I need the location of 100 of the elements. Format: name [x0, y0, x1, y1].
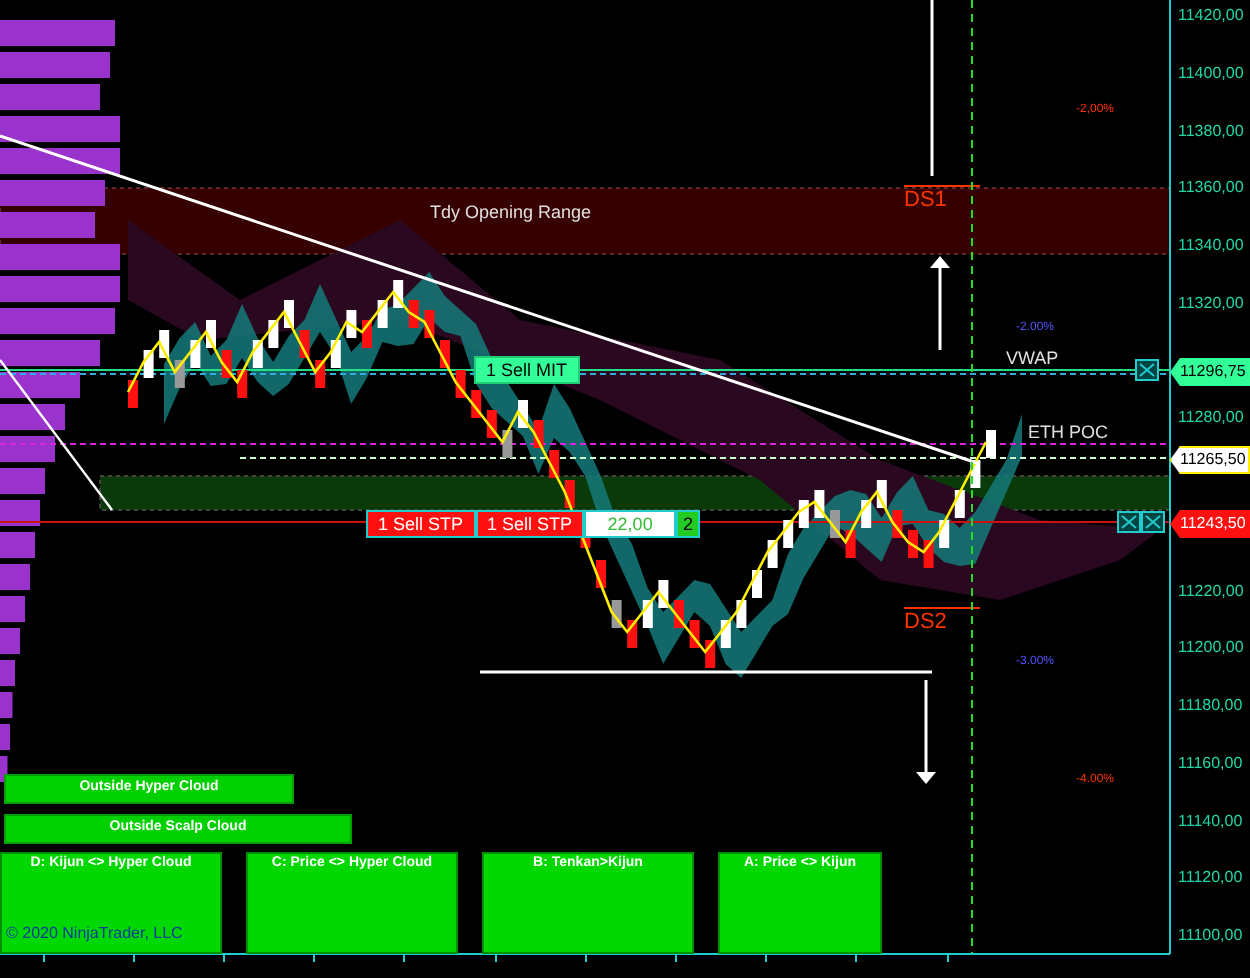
- renko-brick: [596, 560, 606, 588]
- price-axis-label: 11280,00: [1178, 408, 1244, 429]
- renko-brick: [705, 640, 716, 668]
- chart-label: Tdy Opening Range: [430, 202, 592, 222]
- renko-brick: [752, 570, 762, 598]
- renko-brick: [346, 310, 357, 338]
- volume-bar: [0, 468, 45, 494]
- renko-brick: [720, 620, 731, 648]
- renko-brick: [845, 530, 856, 558]
- up-arrow-icon: [930, 256, 950, 350]
- price-axis-label: 11200,00: [1178, 638, 1244, 659]
- renko-brick: [954, 490, 965, 518]
- renko-brick: [455, 370, 466, 398]
- renko-brick: [923, 540, 934, 568]
- order-tag[interactable]: 1 Sell MIT: [474, 356, 580, 384]
- renko-brick: [486, 410, 497, 438]
- price-marker: 11296,75: [1170, 358, 1250, 386]
- renko-brick: [502, 430, 513, 458]
- volume-bar: [0, 20, 115, 46]
- renko-brick: [736, 600, 747, 628]
- renko-brick: [330, 340, 341, 368]
- price-marker: 11243,50: [1170, 510, 1250, 538]
- volume-bar: [0, 180, 105, 206]
- renko-brick: [767, 540, 778, 568]
- volume-bar: [0, 116, 120, 142]
- quantity-field[interactable]: 22,00: [584, 510, 677, 538]
- renko-brick: [206, 320, 216, 348]
- close-icon[interactable]: [1117, 511, 1141, 533]
- renko-brick: [986, 430, 996, 458]
- renko-brick: [658, 580, 669, 608]
- volume-bar: [0, 500, 40, 526]
- renko-brick: [689, 620, 700, 648]
- renko-brick: [315, 360, 326, 388]
- renko-brick: [408, 300, 419, 328]
- volume-bar: [0, 308, 115, 334]
- renko-brick: [128, 380, 138, 408]
- renko-brick: [892, 510, 903, 538]
- volume-bar: [0, 596, 25, 622]
- renko-brick: [533, 420, 544, 448]
- order-tag[interactable]: 1 Sell STP: [475, 510, 585, 538]
- volume-bar: [0, 404, 65, 430]
- volume-bar: [0, 212, 95, 238]
- renko-brick: [362, 320, 372, 348]
- renko-brick: [564, 480, 575, 508]
- renko-brick: [970, 460, 981, 488]
- volume-bar: [0, 724, 10, 750]
- renko-brick: [611, 600, 622, 628]
- renko-brick: [268, 320, 279, 348]
- volume-bar: [0, 244, 120, 270]
- chart-label: ETH POC: [1028, 422, 1109, 442]
- renko-brick: [939, 520, 950, 548]
- down-arrow-icon: [916, 680, 936, 784]
- volume-bar: [0, 532, 35, 558]
- copyright-text: © 2020 NinjaTrader, LLC: [6, 924, 183, 942]
- ds2-line: [903, 607, 981, 609]
- renko-brick: [627, 620, 638, 648]
- renko-brick: [143, 350, 154, 378]
- volume-bar: [0, 628, 20, 654]
- price-axis-label: 11420,00: [1178, 6, 1244, 26]
- renko-brick: [252, 340, 263, 368]
- volume-bar: [0, 372, 80, 398]
- volume-bar: [0, 340, 100, 366]
- close-icon[interactable]: [1141, 511, 1165, 533]
- renko-brick: [377, 300, 388, 328]
- price-axis-label: 11340,00: [1178, 236, 1244, 256]
- renko-brick: [174, 360, 185, 388]
- volume-bar: [0, 276, 120, 302]
- renko-brick: [393, 280, 404, 308]
- renko-brick: [549, 450, 560, 478]
- renko-brick: [159, 330, 170, 358]
- renko-brick: [471, 390, 482, 418]
- price-axis-label: 11400,00: [1178, 63, 1244, 84]
- close-icon[interactable]: [1135, 359, 1159, 381]
- price-axis-label: 11320,00: [1178, 293, 1244, 314]
- renko-brick: [861, 500, 872, 528]
- order-tag[interactable]: 1 Sell STP: [366, 510, 476, 538]
- volume-bar: [0, 660, 15, 686]
- renko-brick: [642, 600, 653, 628]
- renko-brick: [440, 340, 450, 368]
- chart-label: DS1: [904, 188, 947, 212]
- volume-bar: [0, 692, 13, 718]
- volume-bar: [0, 436, 55, 462]
- price-axis-label: 11220,00: [1178, 581, 1244, 601]
- renko-brick: [674, 600, 684, 628]
- renko-brick: [876, 480, 887, 508]
- volume-bar: [0, 84, 100, 110]
- volume-bar: [0, 756, 8, 782]
- renko-brick: [798, 500, 809, 528]
- price-marker: 11265,50: [1170, 446, 1250, 474]
- chart-label: VWAP: [1006, 348, 1059, 368]
- price-axis-label: 11140,00: [1178, 811, 1243, 831]
- renko-brick: [830, 510, 840, 538]
- volume-bar: [0, 52, 110, 78]
- renko-brick: [518, 400, 528, 428]
- renko-brick: [908, 530, 918, 558]
- chart-label: DS2: [904, 610, 947, 634]
- price-axis-label: 11380,00: [1178, 121, 1244, 141]
- price-axis-label: 11160,00: [1178, 753, 1243, 774]
- renko-brick: [299, 330, 310, 358]
- renko-brick: [783, 520, 794, 548]
